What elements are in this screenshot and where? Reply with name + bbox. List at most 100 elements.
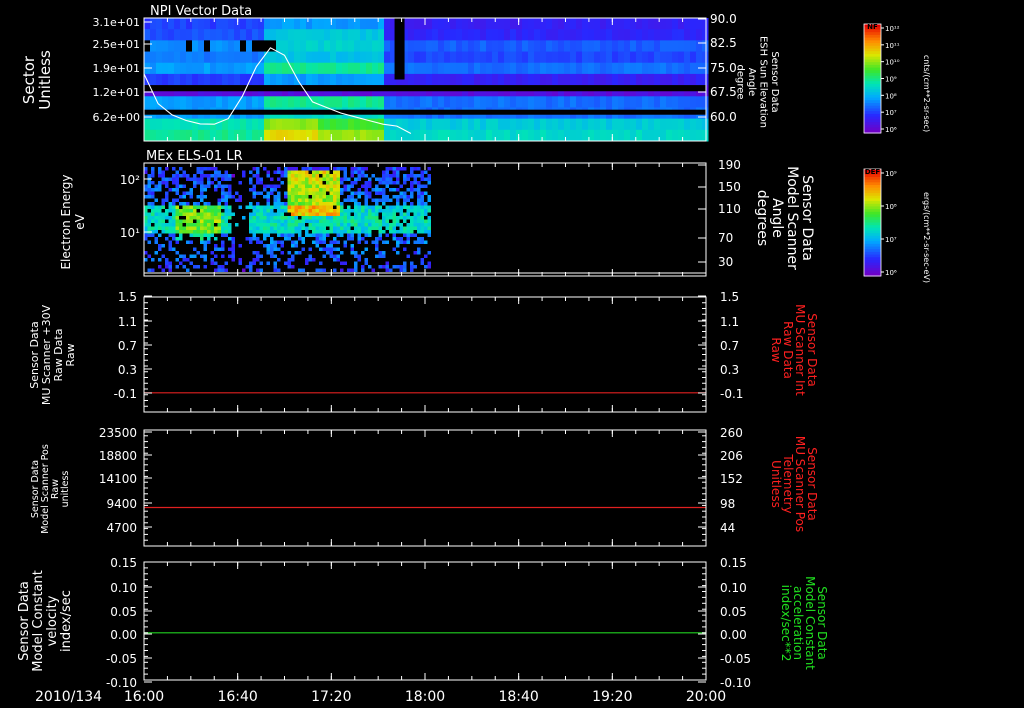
heatmap-cell	[284, 170, 288, 174]
heatmap-cell	[249, 177, 253, 181]
heatmap-cell	[315, 191, 319, 195]
heatmap-cell	[284, 205, 288, 209]
heatmap-cell	[600, 96, 607, 108]
heatmap-cell	[256, 174, 260, 178]
heatmap-cell	[179, 223, 183, 227]
heatmap-cell	[214, 216, 218, 220]
heatmap-cell	[319, 202, 323, 206]
heatmap-cell	[486, 118, 493, 131]
heatmap-cell	[156, 40, 163, 53]
heatmap-cell	[594, 29, 601, 41]
heatmap-cell	[273, 216, 277, 220]
heatmap-cell	[350, 174, 354, 178]
heatmap-cell	[210, 212, 214, 216]
heatmap-cell	[266, 244, 270, 248]
heatmap-cell	[660, 40, 667, 53]
heatmap-cell	[424, 265, 428, 269]
heatmap-cell	[252, 184, 256, 188]
heatmap-cell	[180, 96, 187, 108]
heatmap-cell	[420, 96, 427, 108]
heatmap-cell	[375, 202, 379, 206]
heatmap-cell	[336, 184, 340, 188]
heatmap-cell	[214, 247, 218, 251]
heatmap-cell	[210, 251, 214, 255]
heatmap-cell	[204, 40, 211, 53]
heatmap-cell	[396, 170, 400, 174]
heatmap-cell	[294, 184, 298, 188]
heatmap-cell	[305, 202, 309, 206]
heatmap-cell	[151, 191, 155, 195]
heatmap-cell	[504, 62, 511, 75]
heatmap-cell	[333, 240, 337, 244]
heatmap-cell	[382, 251, 386, 255]
heatmap-cell	[196, 223, 200, 227]
heatmap-cell	[340, 216, 344, 220]
heatmap-cell	[403, 216, 407, 220]
heatmap-cell	[203, 212, 207, 216]
heatmap-cell	[221, 205, 225, 209]
heatmap-cell	[168, 73, 175, 86]
heatmap-cell	[301, 184, 305, 188]
heatmap-cell	[618, 96, 625, 108]
heatmap-cell	[564, 129, 571, 142]
heatmap-cell	[298, 184, 302, 188]
heatmap-cell	[648, 18, 655, 30]
heatmap-cell	[660, 96, 667, 108]
colorbar-tick-label: 10⁶	[885, 269, 897, 277]
heatmap-cell	[624, 51, 631, 64]
heatmap-cell	[150, 73, 157, 86]
heatmap-cell	[158, 233, 162, 237]
heatmap-cell	[396, 181, 400, 185]
heatmap-cell	[462, 118, 469, 131]
heatmap-cell	[432, 18, 439, 30]
heatmap-cell	[552, 96, 559, 108]
heatmap-cell	[308, 258, 312, 262]
heatmap-cell	[396, 265, 400, 269]
heatmap-cell	[427, 198, 431, 202]
heatmap-cell	[288, 51, 295, 64]
heatmap-cell	[291, 240, 295, 244]
panel-sensor-line-2: 235001880014100940047002602061529844Sens…	[30, 426, 819, 547]
heatmap-cell	[347, 226, 351, 230]
heatmap-cell	[326, 174, 330, 178]
heatmap-cell	[315, 237, 319, 241]
heatmap-cell	[606, 129, 613, 142]
heatmap-cell	[684, 62, 691, 75]
heatmap-cell	[156, 73, 163, 86]
heatmap-cell	[357, 233, 361, 237]
y-tick-label-left: 14100	[99, 472, 137, 486]
heatmap-cell	[210, 40, 217, 53]
heatmap-cell	[326, 167, 330, 171]
heatmap-cell	[372, 18, 379, 30]
heatmap-cell	[480, 51, 487, 64]
heatmap-cell	[403, 226, 407, 230]
y-tick-label-left: 4700	[106, 521, 137, 535]
heatmap-cell	[144, 209, 148, 213]
heatmap-cell	[308, 181, 312, 185]
heatmap-cell	[210, 219, 214, 223]
heatmap-cell	[174, 129, 181, 142]
heatmap-cell	[298, 212, 302, 216]
heatmap-cell	[414, 96, 421, 108]
heatmap-cell	[570, 29, 577, 41]
heatmap-cell	[221, 268, 225, 272]
heatmap-cell	[336, 51, 343, 64]
heatmap-cell	[287, 170, 291, 174]
heatmap-cell	[315, 244, 319, 248]
heatmap-cell	[252, 129, 259, 142]
heatmap-cell	[291, 184, 295, 188]
heatmap-cell	[534, 73, 541, 86]
heatmap-cell	[336, 240, 340, 244]
heatmap-cell	[684, 40, 691, 53]
heatmap-cell	[624, 96, 631, 108]
heatmap-cell	[486, 18, 493, 30]
heatmap-cell	[612, 73, 619, 86]
heatmap-cell	[546, 18, 553, 30]
heatmap-cell	[210, 62, 217, 75]
heatmap-cell	[558, 18, 565, 30]
heatmap-cell	[270, 191, 274, 195]
heatmap-cell	[161, 205, 165, 209]
heatmap-cell	[546, 129, 553, 142]
heatmap-cell	[368, 191, 372, 195]
heatmap-cell	[165, 258, 169, 262]
